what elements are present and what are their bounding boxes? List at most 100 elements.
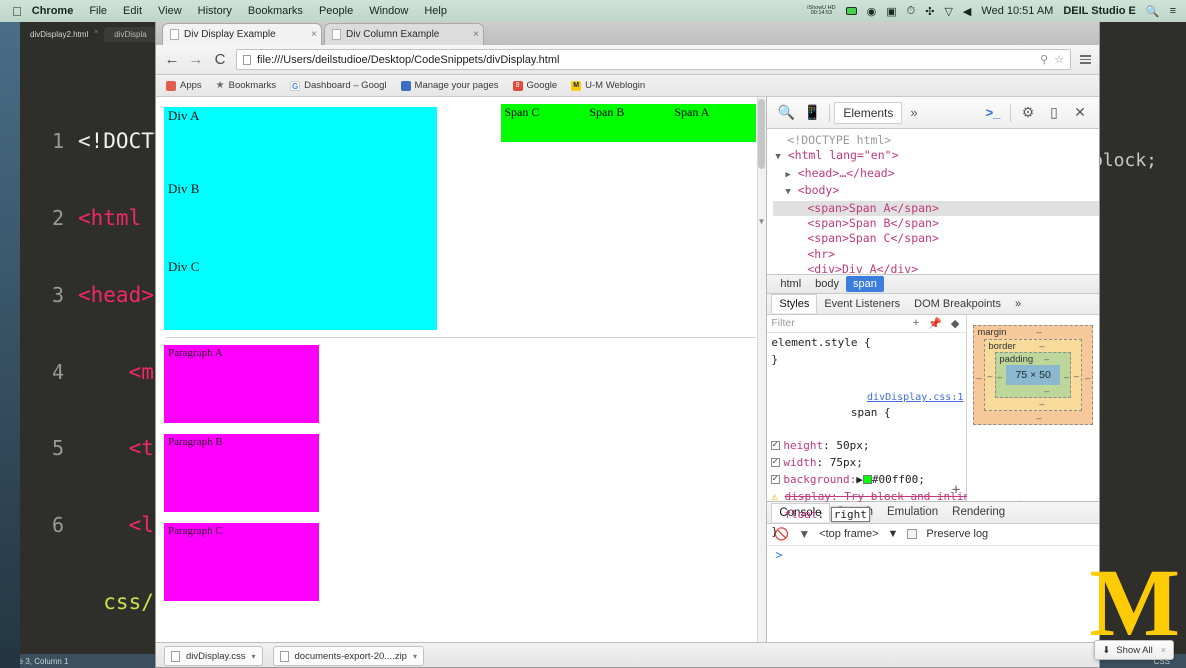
dom-node-body[interactable]: ▼ <body> — [773, 183, 1099, 200]
box-model-border-value[interactable]: – — [1039, 341, 1044, 351]
declaration-property[interactable]: height — [783, 439, 823, 452]
bookmark-google[interactable]: 8 Google — [513, 80, 558, 91]
browser-tab-strip[interactable]: Div Display Example × Div Column Example… — [156, 19, 1099, 45]
bluetooth-icon[interactable]: ✣ — [925, 5, 934, 18]
styles-rules-pane[interactable]: Filter + 📌 ◆ element.style { } divDispla… — [767, 315, 967, 501]
box-model-padding[interactable]: padding – – – – 75 × 50 — [995, 352, 1071, 398]
battery-icon[interactable] — [846, 7, 857, 15]
back-button[interactable]: ← — [164, 51, 180, 68]
zoom-icon[interactable]: ⚲ — [1040, 53, 1048, 66]
close-icon[interactable]: × — [311, 29, 317, 40]
styles-filter-row[interactable]: Filter + 📌 ◆ — [767, 315, 966, 333]
chevron-down-icon[interactable]: ▼ — [785, 187, 790, 197]
box-model-padding-value[interactable]: – — [1044, 354, 1049, 364]
dom-node-span-c[interactable]: <span>Span C</span> — [773, 231, 1099, 246]
console-drawer-icon[interactable]: >_ — [980, 105, 1006, 120]
breadcrumb-span[interactable]: span — [846, 276, 884, 292]
rule-source-link[interactable]: divDisplay.css:1 — [867, 390, 966, 405]
browser-tab-div-display-example[interactable]: Div Display Example × — [162, 23, 322, 45]
tab-event-listeners[interactable]: Event Listeners — [817, 295, 907, 313]
declaration-checkbox[interactable] — [771, 475, 780, 484]
menu-item-people[interactable]: People — [319, 5, 353, 17]
dom-node-div-a[interactable]: <div>Div A</div> — [773, 262, 1099, 273]
more-panels-icon[interactable]: » — [902, 105, 925, 120]
menu-item-window[interactable]: Window — [369, 5, 408, 17]
declaration-property[interactable]: background: — [783, 473, 856, 486]
declaration-checkbox[interactable] — [771, 441, 780, 450]
breadcrumb[interactable]: html body span — [767, 274, 1099, 294]
add-declaration-icon[interactable]: + — [952, 482, 960, 498]
reload-button[interactable]: C — [212, 51, 228, 68]
page-scrollbar[interactable]: ▼ — [757, 97, 766, 642]
menu-item-help[interactable]: Help — [424, 5, 447, 17]
chevron-right-icon[interactable]: ▶ — [785, 170, 790, 180]
dom-node-span-b[interactable]: <span>Span B</span> — [773, 216, 1099, 231]
browser-toolbar[interactable]: ← → C file:///Users/deilstudioe/Desktop/… — [156, 45, 1099, 75]
pin-icon[interactable]: 📌 — [928, 317, 942, 330]
declaration-value[interactable]: 50px; — [836, 439, 869, 452]
tab-dom-breakpoints[interactable]: DOM Breakpoints — [907, 295, 1008, 313]
menu-item-history[interactable]: History — [198, 5, 232, 17]
menubar-user[interactable]: DEIL Studio E — [1063, 5, 1136, 17]
gear-icon[interactable]: ⚙ — [1015, 104, 1041, 121]
menubar-clock[interactable]: Wed 10:51 AM — [981, 5, 1053, 17]
chrome-menu-icon[interactable] — [1079, 55, 1091, 64]
menu-item-chrome[interactable]: Chrome — [32, 5, 74, 17]
close-icon[interactable]: ✕ — [1067, 104, 1093, 121]
declaration-height[interactable]: height: 50px; — [767, 436, 966, 453]
rendered-page-viewport[interactable]: Span C Span B Span A Div A Div B — [156, 97, 767, 642]
star-icon[interactable]: ☆ — [1054, 53, 1064, 66]
downloads-bar[interactable]: divDisplay.css ▾ documents-export-20....… — [156, 642, 1099, 668]
macos-menu-bar[interactable]:  Chrome File Edit View History Bookmark… — [0, 0, 1186, 22]
declaration-property[interactable]: float — [784, 508, 817, 521]
forward-button[interactable]: → — [188, 51, 204, 68]
declaration-display[interactable]: ⚠ display: Try block and inline block; — [767, 487, 966, 504]
declaration-value[interactable]: #00ff00; — [872, 473, 925, 486]
declaration-background[interactable]: background:▶#00ff00; — [767, 470, 966, 487]
menu-item-file[interactable]: File — [89, 5, 107, 17]
download-item-divdisplay-css[interactable]: divDisplay.css ▾ — [164, 646, 263, 666]
color-swatch[interactable] — [863, 475, 872, 484]
breadcrumb-body[interactable]: body — [808, 276, 846, 292]
console-input-prompt[interactable]: > — [767, 546, 1099, 564]
devtools-panel[interactable]: 🔍 📱 Elements » >_ ⚙ ▯ ✕ <!DOCTYPE html> … — [767, 97, 1099, 642]
chevron-down-icon[interactable]: ▾ — [413, 652, 417, 661]
declaration-float[interactable]: float: right — [767, 505, 966, 522]
box-model-content-size[interactable]: 75 × 50 — [1006, 365, 1060, 385]
volume-icon[interactable]: ◀ — [963, 5, 971, 18]
airplay-icon[interactable]: ▣ — [886, 5, 896, 18]
apple-icon[interactable]:  — [12, 4, 22, 19]
download-item-documents-export-zip[interactable]: documents-export-20....zip ▾ — [273, 646, 425, 666]
bookmark-manage-your-pages[interactable]: Manage your pages — [401, 80, 499, 91]
declaration-value[interactable]: 75px; — [830, 456, 863, 469]
declaration-checkbox[interactable] — [771, 458, 780, 467]
close-icon[interactable]: × — [1161, 645, 1166, 655]
search-icon[interactable]: 🔍 — [1146, 5, 1160, 18]
styles-tab-bar[interactable]: Styles Event Listeners DOM Breakpoints » — [767, 294, 1099, 315]
bookmark-dashboard-google[interactable]: G Dashboard – Googl — [290, 80, 386, 91]
rule-selector-row[interactable]: divDisplay.css:1 span { — [767, 373, 966, 436]
toggle-element-state-icon[interactable]: ◆ — [951, 317, 959, 330]
dock-position-icon[interactable]: ▯ — [1041, 104, 1067, 121]
declaration-width[interactable]: width: 75px; — [767, 453, 966, 470]
menu-item-edit[interactable]: Edit — [123, 5, 142, 17]
bookmark-bookmarks[interactable]: ★ Bookmarks — [216, 80, 276, 91]
bookmark-apps[interactable]: Apps — [166, 80, 202, 91]
ishowu-recorder-status[interactable]: iShowU HD 00:14:53 — [807, 6, 835, 17]
bookmark-um-weblogin[interactable]: M U-M Weblogin — [571, 80, 645, 91]
styles-filter-input[interactable]: Filter — [771, 317, 794, 329]
dom-node-head[interactable]: ▶ <head>…</head> — [773, 166, 1099, 183]
bookmarks-bar[interactable]: Apps ★ Bookmarks G Dashboard – Googl Man… — [156, 75, 1099, 97]
declaration-value-editor[interactable]: right — [831, 507, 870, 522]
close-icon[interactable]: × — [94, 29, 98, 36]
device-toolbar-icon[interactable]: 📱 — [799, 104, 825, 121]
close-icon[interactable]: × — [473, 29, 479, 40]
new-style-rule-icon[interactable]: + — [913, 317, 919, 330]
chevron-down-icon[interactable]: ▼ — [775, 152, 780, 162]
wifi-icon[interactable]: ▽ — [944, 5, 952, 18]
dom-tree[interactable]: <!DOCTYPE html> ▼ <html lang="en"> ▶ <he… — [767, 129, 1099, 274]
element-style-open[interactable]: element.style { — [767, 333, 966, 350]
timemachine-icon[interactable]: ⏱ — [907, 5, 916, 18]
address-bar[interactable]: file:///Users/deilstudioe/Desktop/CodeSn… — [236, 49, 1071, 70]
breadcrumb-html[interactable]: html — [773, 276, 808, 292]
